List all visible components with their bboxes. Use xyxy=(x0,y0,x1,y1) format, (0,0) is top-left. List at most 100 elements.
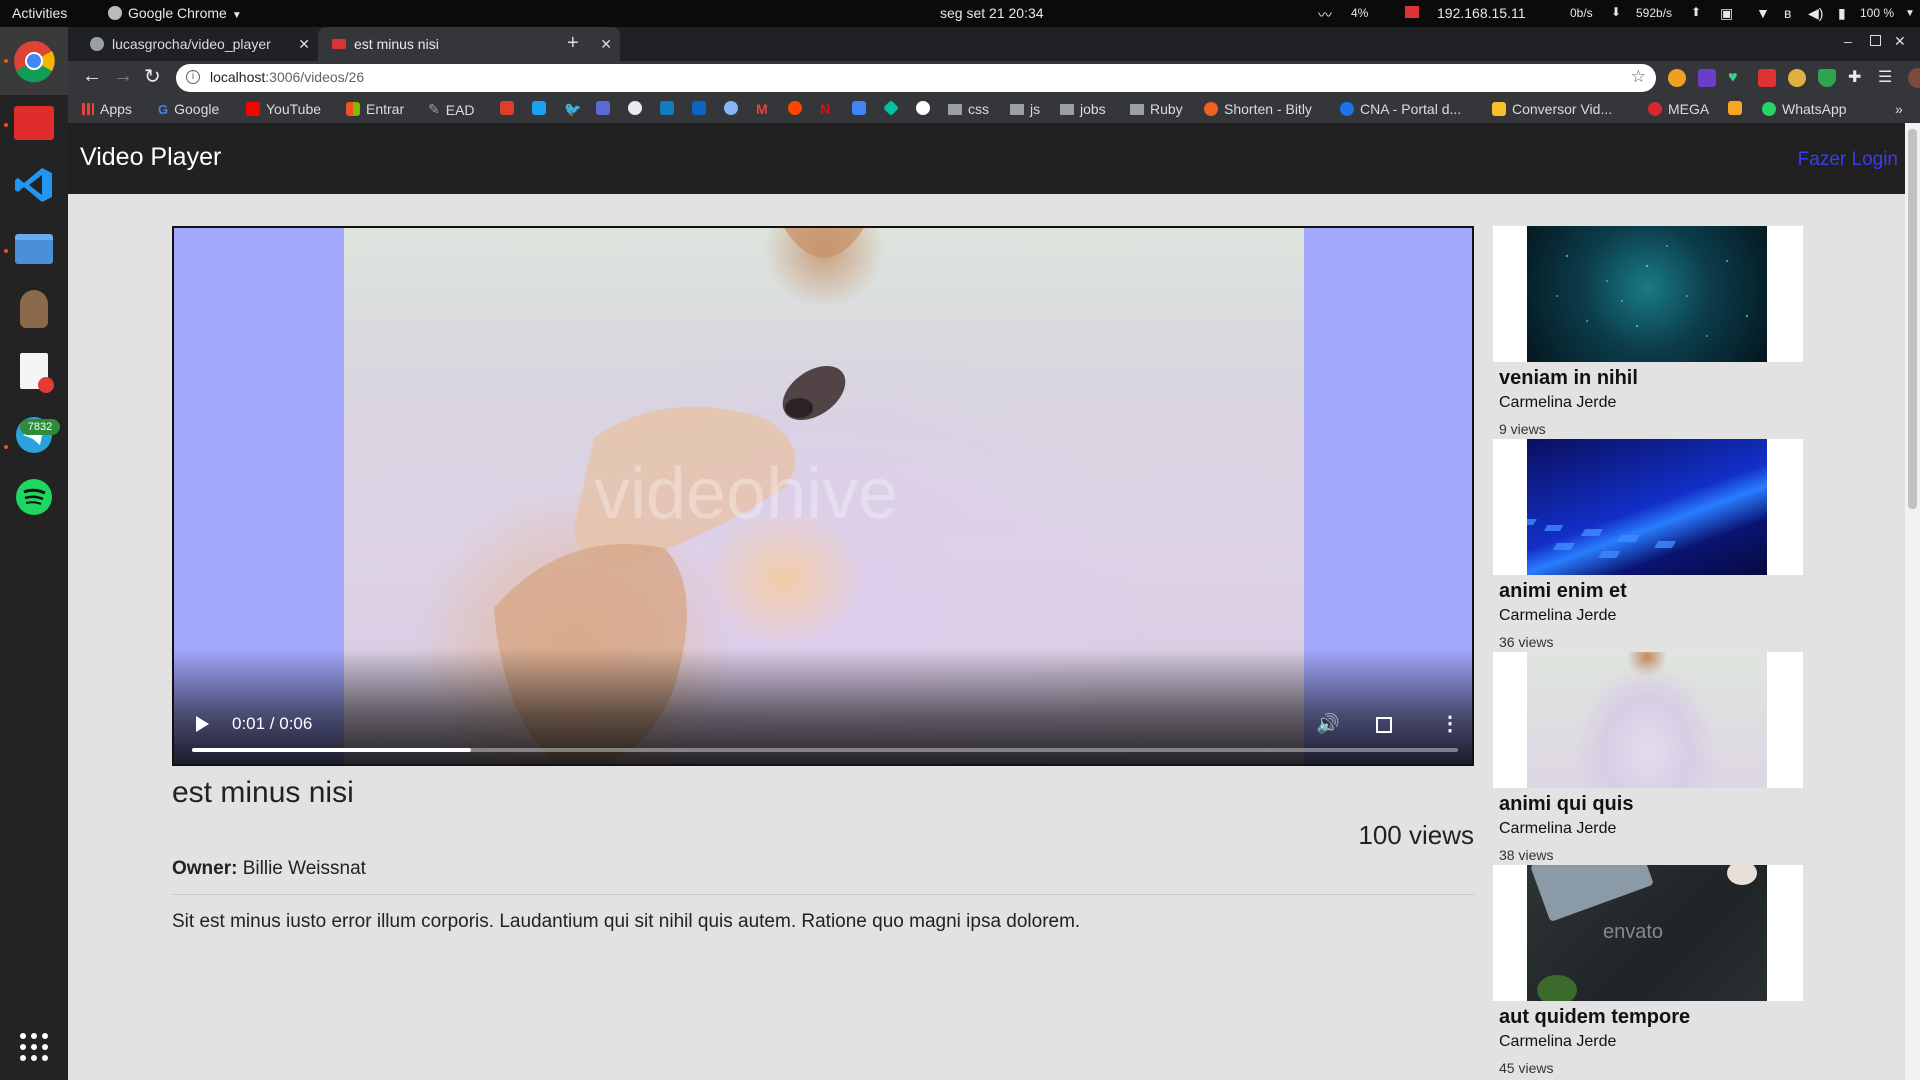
extension-heart-icon[interactable]: ♥ xyxy=(1728,69,1746,87)
related-title[interactable]: animi enim et xyxy=(1499,580,1627,603)
clock[interactable]: seg set 21 20:34 xyxy=(940,5,1044,21)
bookmarks-bar: Apps G Google YouTube Entrar ✎ EAD 🐦 M N c… xyxy=(68,95,1920,123)
system-menu-chevron-icon[interactable]: ▼ xyxy=(1905,8,1915,19)
back-arrow-icon[interactable]: ← xyxy=(82,65,102,88)
app-menu[interactable]: Google Chrome ▼ xyxy=(108,5,242,21)
show-apps-grid-icon[interactable] xyxy=(10,1023,58,1071)
tab-github[interactable]: lucasgrocha/video_player ✕ xyxy=(76,27,318,61)
net-down-speed: 592b/s xyxy=(1636,6,1673,20)
bookmark-gmail[interactable]: M xyxy=(756,101,768,117)
scrollbar-thumb[interactable] xyxy=(1908,129,1917,509)
related-video-card[interactable]: animi qui quis Carmelina Jerde 38 views xyxy=(1493,652,1803,865)
video-thumbnail[interactable]: envato xyxy=(1527,865,1767,1001)
bookmark-twitter[interactable]: 🐦 xyxy=(564,101,581,118)
bookmark-whatsapp[interactable]: WhatsApp xyxy=(1762,101,1847,117)
close-window-icon[interactable]: ✕ xyxy=(1894,33,1906,50)
maximize-window-icon[interactable] xyxy=(1870,35,1881,46)
bookmark-apps[interactable]: Apps xyxy=(82,101,132,117)
bookmark-icon-5[interactable] xyxy=(724,101,738,115)
bookmark-netflix[interactable]: N xyxy=(820,101,830,117)
bookmark-bitly[interactable]: Shorten - Bitly xyxy=(1204,101,1312,117)
new-tab-plus-icon[interactable]: + xyxy=(567,32,579,55)
extensions-puzzle-icon[interactable]: ✚ xyxy=(1848,69,1866,87)
bookmark-star-icon[interactable]: ☆ xyxy=(1631,67,1646,87)
bookmark-ead[interactable]: ✎ EAD xyxy=(428,101,475,118)
laptop-shape xyxy=(1530,865,1654,923)
bookmark-mega[interactable]: MEGA xyxy=(1648,101,1709,117)
profile-avatar[interactable] xyxy=(1908,68,1920,88)
more-options-icon[interactable]: ⋮ xyxy=(1440,711,1460,736)
files-icon[interactable] xyxy=(10,225,58,273)
bookmark-icon-6[interactable] xyxy=(883,100,899,116)
video-view-count: 100 views xyxy=(1358,820,1474,850)
bookmark-icon-8[interactable] xyxy=(1728,101,1742,115)
bookmark-entrar[interactable]: Entrar xyxy=(346,101,404,117)
robot-bookmark-icon xyxy=(532,101,546,115)
whatsapp-icon xyxy=(1762,102,1776,116)
bookmark-icon-7[interactable] xyxy=(916,101,930,115)
video-thumbnail[interactable] xyxy=(1527,439,1767,575)
bookmark-linkedin[interactable] xyxy=(692,101,706,115)
bluetooth-icon[interactable]: ʙ xyxy=(1784,5,1791,21)
extension-eyes-icon[interactable] xyxy=(1788,69,1806,87)
text-editor-icon[interactable] xyxy=(10,347,58,395)
video-thumbnail[interactable] xyxy=(1527,652,1767,788)
battery-icon[interactable]: ▮ xyxy=(1838,5,1846,22)
bookmark-icon-2[interactable] xyxy=(532,101,546,115)
close-tab-icon[interactable]: ✕ xyxy=(298,36,310,53)
video-player[interactable]: videohive 0:01 / 0:06 🔊 ⋮ xyxy=(172,226,1474,766)
related-title[interactable]: veniam in nihil xyxy=(1499,367,1638,390)
address-bar[interactable]: i localhost:3006/videos/26 ☆ xyxy=(176,64,1656,92)
related-video-card[interactable]: animi enim et Carmelina Jerde 36 views xyxy=(1493,439,1803,652)
reload-icon[interactable]: ↻ xyxy=(144,64,161,89)
extension-cookie-icon[interactable] xyxy=(1668,69,1686,87)
bookmark-github[interactable] xyxy=(628,101,642,115)
activities-button[interactable]: Activities xyxy=(12,5,67,21)
bookmark-conversor[interactable]: Conversor Vid... xyxy=(1492,101,1612,117)
bookmark-youtube[interactable]: YouTube xyxy=(246,101,321,117)
bookmark-folder-ruby[interactable]: Ruby xyxy=(1130,101,1183,117)
close-tab-icon[interactable]: ✕ xyxy=(600,36,612,53)
extension-red-icon[interactable] xyxy=(1758,69,1776,87)
presentation-app-icon[interactable] xyxy=(10,99,58,147)
brand-title[interactable]: Video Player xyxy=(80,143,221,172)
owner-name[interactable]: Billie Weissnat xyxy=(243,858,366,879)
related-title[interactable]: animi qui quis xyxy=(1499,793,1633,816)
vscode-icon[interactable] xyxy=(10,161,58,209)
login-link[interactable]: Fazer Login xyxy=(1798,149,1898,171)
more-bookmarks-chevron-icon[interactable]: » xyxy=(1895,101,1903,117)
wifi-icon[interactable]: ▼ xyxy=(1756,5,1770,21)
extension-shield-icon[interactable] xyxy=(1818,69,1836,87)
bookmark-reddit[interactable] xyxy=(788,101,802,115)
reading-list-icon[interactable]: ☰ xyxy=(1878,69,1896,87)
minimize-window-icon[interactable]: – xyxy=(1844,33,1852,49)
ip-address: 192.168.15.11 xyxy=(1437,5,1526,21)
bookmark-folder-js[interactable]: js xyxy=(1010,101,1040,117)
spotify-icon[interactable] xyxy=(10,473,58,521)
bookmark-folder-jobs[interactable]: jobs xyxy=(1060,101,1106,117)
forward-arrow-icon[interactable]: → xyxy=(113,65,133,88)
bookmark-docs[interactable] xyxy=(852,101,866,115)
bookmark-folder-css[interactable]: css xyxy=(948,101,989,117)
play-icon[interactable] xyxy=(196,716,209,732)
bookmark-icon-3[interactable] xyxy=(596,101,610,115)
related-video-card[interactable]: envato aut quidem tempore Carmelina Jerd… xyxy=(1493,865,1803,1078)
chrome-launcher-icon[interactable] xyxy=(10,37,58,85)
page-scrollbar[interactable] xyxy=(1905,123,1920,1080)
screen-record-icon[interactable]: ▣ xyxy=(1720,5,1733,22)
dbeaver-icon[interactable] xyxy=(10,285,58,333)
progress-track[interactable] xyxy=(192,748,1458,752)
extension-shape-icon[interactable] xyxy=(1698,69,1716,87)
info-icon[interactable]: i xyxy=(186,70,200,84)
fullscreen-icon[interactable] xyxy=(1376,717,1392,733)
volume-icon[interactable]: 🔊 xyxy=(1316,712,1340,736)
bookmark-cna[interactable]: CNA - Portal d... xyxy=(1340,101,1461,117)
bookmark-icon-4[interactable] xyxy=(660,101,674,115)
video-thumbnail[interactable] xyxy=(1527,226,1767,362)
bookmark-google[interactable]: G Google xyxy=(158,101,219,117)
bookmark-icon-1[interactable] xyxy=(500,101,514,115)
related-video-card[interactable]: veniam in nihil Carmelina Jerde 9 views xyxy=(1493,226,1803,439)
volume-icon[interactable]: ◀) xyxy=(1808,5,1823,22)
url-host: localhost xyxy=(210,69,266,85)
related-title[interactable]: aut quidem tempore xyxy=(1499,1006,1690,1029)
